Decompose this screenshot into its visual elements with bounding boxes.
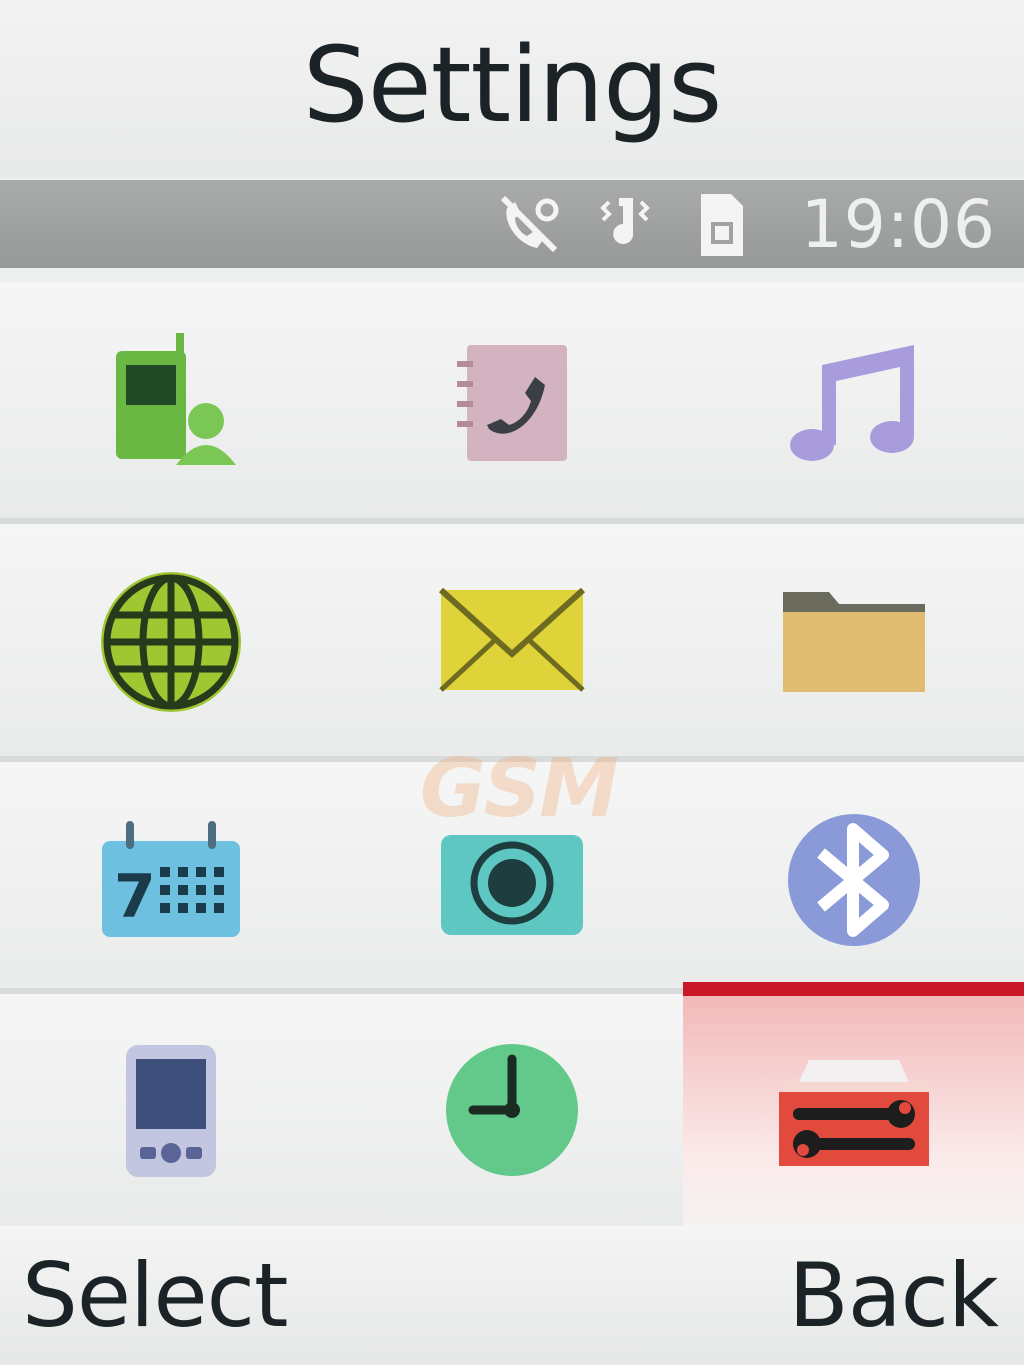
title-bar: Settings	[0, 0, 1024, 178]
internet-globe-icon	[96, 567, 246, 717]
menu-item-call-log[interactable]	[341, 282, 682, 518]
menu-row	[0, 524, 1024, 760]
messages-envelope-icon	[437, 582, 587, 702]
applications-icon	[96, 1035, 246, 1185]
menu-item-messages[interactable]	[341, 524, 682, 760]
menu-item-internet[interactable]	[0, 524, 341, 760]
menu-item-phonebook[interactable]	[0, 282, 341, 518]
music-icon	[774, 325, 934, 475]
phone-contacts-icon	[96, 325, 246, 475]
settings-toolbox-icon	[769, 1036, 939, 1186]
sim-card-icon	[685, 188, 757, 260]
menu-item-organiser[interactable]: 7	[0, 762, 341, 998]
call-log-icon	[437, 325, 587, 475]
clock-icon	[437, 1035, 587, 1185]
menu-item-applications[interactable]	[0, 994, 341, 1226]
menu-row	[0, 282, 1024, 518]
phone-screen: Settings 19:06 7 GSM Select Back	[0, 0, 1024, 1365]
back-softkey[interactable]: Back	[788, 1244, 999, 1347]
watermark: GSM	[420, 742, 619, 835]
menu-row	[0, 982, 1024, 1226]
page-title: Settings	[302, 24, 723, 146]
svg-text:7: 7	[114, 862, 156, 932]
menu-item-settings[interactable]	[683, 982, 1024, 1226]
menu-item-bluetooth[interactable]	[683, 762, 1024, 998]
menu-item-alarms[interactable]	[341, 994, 682, 1226]
status-bar: 19:06	[0, 180, 1024, 268]
status-time: 19:06	[800, 185, 996, 263]
softkey-bar: Select Back	[0, 1226, 1024, 1365]
bluetooth-icon	[779, 805, 929, 955]
menu-item-music[interactable]	[683, 282, 1024, 518]
missed-call-icon	[493, 188, 565, 260]
calendar-icon: 7	[96, 815, 246, 945]
select-softkey[interactable]: Select	[22, 1244, 288, 1347]
menu-item-my-files[interactable]	[683, 524, 1024, 760]
vibrate-icon	[589, 188, 661, 260]
folder-icon	[779, 582, 929, 702]
